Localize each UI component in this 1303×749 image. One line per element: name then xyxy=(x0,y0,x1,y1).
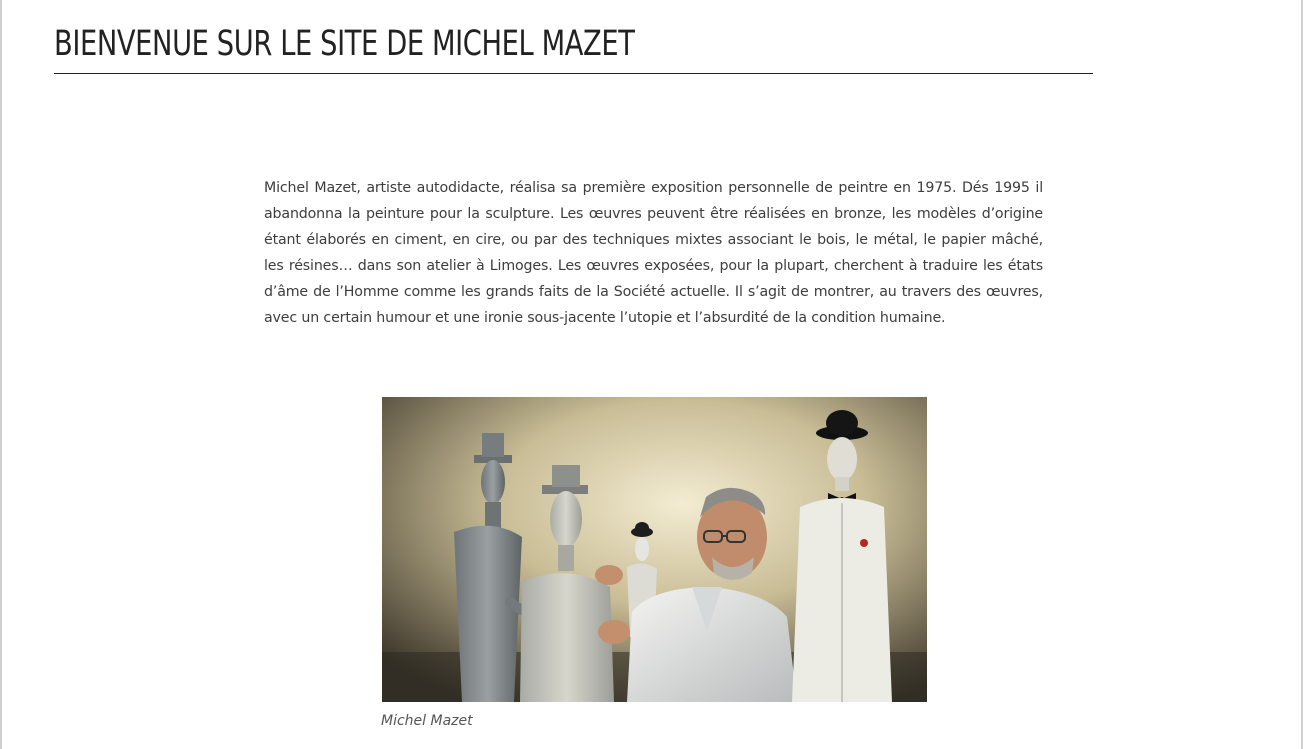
page-frame: Bienvenue sur le site de Michel Mazet Mi… xyxy=(0,0,1303,749)
artist-photo xyxy=(382,397,927,702)
intro-paragraph: Michel Mazet, artiste autodidacte, réali… xyxy=(264,180,1043,326)
page-title: Bienvenue sur le site de Michel Mazet xyxy=(54,24,635,64)
title-divider xyxy=(54,73,1093,74)
photo-caption: Michel Mazet xyxy=(381,713,473,729)
photo-figure: Michel Mazet xyxy=(381,397,927,729)
